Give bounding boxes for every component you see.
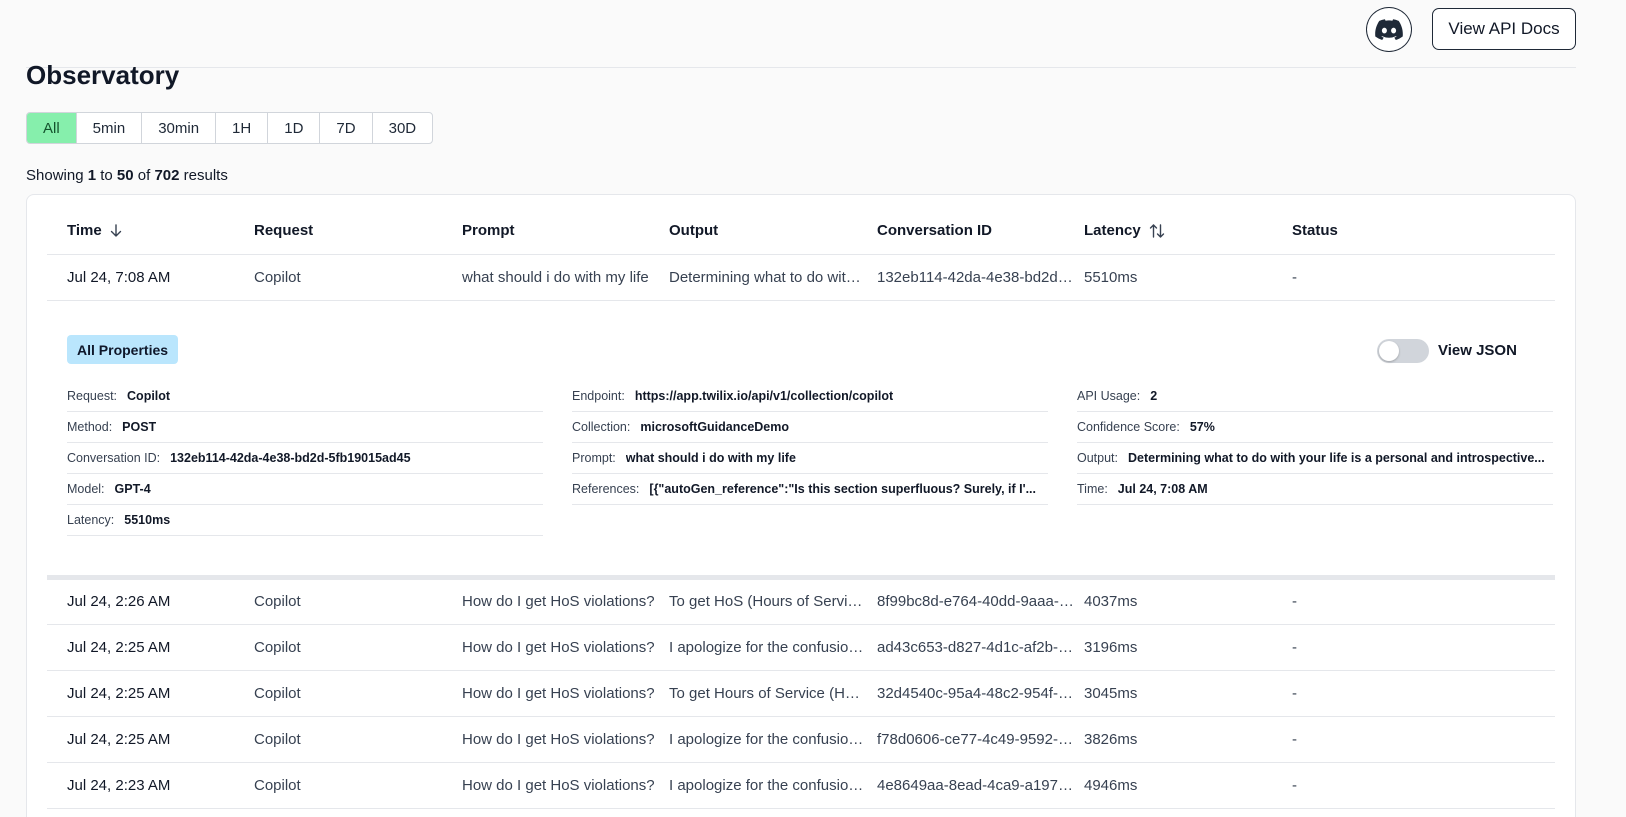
- filter-all[interactable]: All: [27, 113, 77, 143]
- cell-request: Copilot: [254, 731, 301, 748]
- cell-conversation-id: 32d4540c-95a4-48c2-954f-000000000000: [877, 685, 1077, 702]
- property-endpoint: Endpoint: https://app.twilix.io/api/v1/co…: [572, 381, 1048, 412]
- column-output: Output: [669, 222, 719, 239]
- cell-request: Copilot: [254, 685, 301, 702]
- property-collection: Collection: microsoftGuidanceDemo: [572, 412, 1048, 443]
- column-status: Status: [1292, 222, 1338, 239]
- filter-30d[interactable]: 30D: [373, 113, 433, 143]
- arrow-down-icon[interactable]: [110, 223, 122, 238]
- view-json-toggle[interactable]: [1377, 339, 1429, 363]
- cell-conversation-id: f78d0606-ce77-4c49-9592-000000000000: [877, 731, 1077, 748]
- cell-status: -: [1292, 685, 1297, 702]
- property-method: Method: POST: [67, 412, 543, 443]
- cell-output: To get HoS (Hours of Service) violations…: [669, 593, 867, 610]
- column-prompt: Prompt: [462, 222, 515, 239]
- cell-conversation-id: 4e8649aa-8ead-4ca9-a197-000000000000: [877, 777, 1077, 794]
- table-row[interactable]: Jul 24, 2:25 AM Copilot How do I get HoS…: [47, 625, 1555, 671]
- table-header: Time Request Prompt Output Conversation …: [47, 195, 1555, 255]
- cell-status: -: [1292, 269, 1297, 286]
- cell-prompt: How do I get HoS violations?: [462, 639, 655, 656]
- header-divider: [26, 67, 1576, 68]
- discord-icon: [1375, 18, 1403, 40]
- cell-prompt: How do I get HoS violations?: [462, 731, 655, 748]
- cell-latency: 3826ms: [1084, 731, 1138, 748]
- cell-time: Jul 24, 7:08 AM: [67, 269, 171, 286]
- cell-time: Jul 24, 2:26 AM: [67, 593, 171, 610]
- cell-status: -: [1292, 639, 1297, 656]
- cell-time: Jul 24, 2:25 AM: [67, 731, 171, 748]
- top-bar: View API Docs: [0, 0, 1626, 69]
- cell-request: Copilot: [254, 777, 301, 794]
- cell-latency: 4946ms: [1084, 777, 1138, 794]
- property-model: Model: GPT-4: [67, 474, 543, 505]
- column-conversation-id: Conversation ID: [877, 222, 993, 239]
- property-time: Time: Jul 24, 7:08 AM: [1077, 474, 1553, 505]
- property-confidence-score: Confidence Score: 57%: [1077, 412, 1553, 443]
- cell-request: Copilot: [254, 639, 301, 656]
- property-request: Request: Copilot: [67, 381, 543, 412]
- filter-30min[interactable]: 30min: [142, 113, 217, 143]
- cell-output: Determining what to do with your life is…: [669, 269, 867, 286]
- cell-time: Jul 24, 2:25 AM: [67, 639, 171, 656]
- cell-prompt: How do I get HoS violations?: [462, 593, 655, 610]
- cell-status: -: [1292, 777, 1297, 794]
- properties-column-2: Endpoint: https://app.twilix.io/api/v1/co…: [572, 381, 1048, 505]
- view-json-label: View JSON: [1438, 342, 1517, 359]
- cell-latency: 5510ms: [1084, 269, 1138, 286]
- cell-latency: 3045ms: [1084, 685, 1138, 702]
- row-detail-panel: All Properties View JSON Request: Copilot…: [47, 301, 1555, 580]
- cell-output: I apologize for the confusion, ...: [669, 777, 867, 794]
- property-prompt: Prompt: what should i do with my life: [572, 443, 1048, 474]
- cell-conversation-id: 132eb114-42da-4e38-bd2d-5fb19015ad45: [877, 269, 1077, 286]
- properties-column-3: API Usage: 2 Confidence Score: 57% Output:…: [1077, 381, 1553, 505]
- filter-5min[interactable]: 5min: [77, 113, 143, 143]
- table-row[interactable]: Jul 24, 2:26 AM Copilot How do I get HoS…: [47, 579, 1555, 625]
- properties-column-1: Request: Copilot Method: POST Conversation…: [67, 381, 543, 536]
- filter-1d[interactable]: 1D: [268, 113, 321, 143]
- cell-latency: 3196ms: [1084, 639, 1138, 656]
- cell-output: I apologize for the confusion, ...: [669, 639, 867, 656]
- discord-button[interactable]: [1366, 7, 1412, 52]
- cell-time: Jul 24, 2:23 AM: [67, 777, 171, 794]
- column-time[interactable]: Time: [67, 222, 122, 239]
- cell-prompt: what should i do with my life: [462, 269, 649, 286]
- cell-status: -: [1292, 593, 1297, 610]
- table-row[interactable]: Jul 24, 2:23 AM Copilot How do I get HoS…: [47, 763, 1555, 809]
- column-latency[interactable]: Latency: [1084, 222, 1165, 239]
- property-latency: Latency: 5510ms: [67, 505, 543, 536]
- cell-request: Copilot: [254, 593, 301, 610]
- cell-request: Copilot: [254, 269, 301, 286]
- column-request: Request: [254, 222, 314, 239]
- cell-time: Jul 24, 2:25 AM: [67, 685, 171, 702]
- cell-output: I apologize for the confusion, ...: [669, 731, 867, 748]
- all-properties-tab[interactable]: All Properties: [67, 335, 179, 364]
- cell-conversation-id: 8f99bc8d-e764-40dd-9aaa-000000000000: [877, 593, 1077, 610]
- cell-prompt: How do I get HoS violations?: [462, 777, 655, 794]
- results-summary: Showing 1 to 50 of 702 results: [26, 167, 228, 184]
- property-conversation-id: Conversation ID: 132eb114-42da-4e38-bd2d-…: [67, 443, 543, 474]
- requests-table: Time Request Prompt Output Conversation …: [26, 194, 1576, 817]
- property-references: References: [{"autoGen_reference":"Is thi…: [572, 474, 1048, 505]
- sort-arrows-icon[interactable]: [1149, 223, 1165, 239]
- cell-conversation-id: ad43c653-d827-4d1c-af2b-000000000000: [877, 639, 1077, 656]
- cell-prompt: How do I get HoS violations?: [462, 685, 655, 702]
- filter-1h[interactable]: 1H: [216, 113, 269, 143]
- toggle-knob: [1379, 341, 1399, 361]
- property-api-usage: API Usage: 2: [1077, 381, 1553, 412]
- page-title: Observatory: [26, 60, 180, 90]
- table-row[interactable]: Jul 24, 7:08 AM Copilot what should i do…: [47, 255, 1555, 301]
- filter-7d[interactable]: 7D: [320, 113, 373, 143]
- view-api-docs-button[interactable]: View API Docs: [1432, 8, 1576, 50]
- table-row[interactable]: Jul 24, 2:25 AM Copilot How do I get HoS…: [47, 671, 1555, 717]
- cell-latency: 4037ms: [1084, 593, 1138, 610]
- time-range-filter: All 5min 30min 1H 1D 7D 30D: [26, 112, 434, 144]
- cell-status: -: [1292, 731, 1297, 748]
- table-row[interactable]: Jul 24, 2:25 AM Copilot How do I get HoS…: [47, 717, 1555, 763]
- cell-output: To get Hours of Service (HoS) violations…: [669, 685, 867, 702]
- property-output: Output: Determining what to do with your …: [1077, 443, 1553, 474]
